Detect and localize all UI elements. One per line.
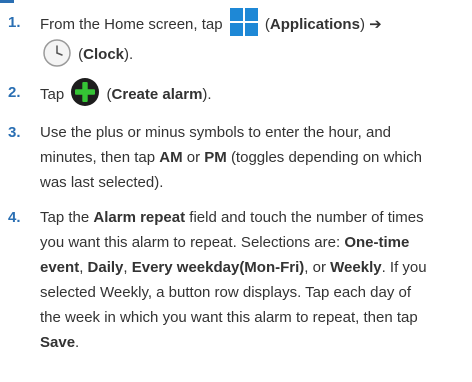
applications-label: Applications <box>269 15 360 33</box>
step-3-line-1: Use the plus or minus symbols to enter t… <box>40 124 392 141</box>
step-number: 3. <box>8 124 21 141</box>
step-text: field and touch the number of times <box>189 209 424 226</box>
clock-icon <box>43 39 71 67</box>
step-1-line-1: From the Home screen, tap (Applications)… <box>40 8 472 40</box>
plus-circle-icon <box>71 78 100 106</box>
step-2: 2. Tap (Create alarm). <box>0 78 472 110</box>
paren-close: ) <box>359 15 365 33</box>
arrow-glyph: ➔ <box>369 15 382 33</box>
applications-grid-icon <box>229 8 258 36</box>
step-3-line-3: was last selected). <box>40 174 164 191</box>
step-2-line-1: Tap (Create alarm). <box>40 78 472 110</box>
step-4-line-5: the week in which you want this alarm to… <box>40 309 418 326</box>
step-number: 4. <box>8 209 21 226</box>
step-1: 1. From the Home screen, tap (Applicatio… <box>0 8 472 70</box>
or-text: or <box>186 149 201 166</box>
pm-label: PM <box>204 149 227 166</box>
option-daily: Daily <box>87 259 124 276</box>
step-1-line-2: (Clock). <box>40 39 472 70</box>
step-4-line-3: event, Daily, Every weekday(Mon-Fri), or… <box>40 259 427 276</box>
step-number: 1. <box>8 14 21 31</box>
option-one-time: One-time <box>344 234 410 251</box>
save-label: Save <box>40 334 76 351</box>
step-number: 2. <box>8 84 21 101</box>
option-weekly: Weekly <box>330 259 382 276</box>
step-4: 4. Tap the Alarm repeat field and touch … <box>0 205 472 355</box>
option-every-weekday: Every weekday(Mon-Fri) <box>131 259 305 276</box>
step-text: Tap <box>40 85 65 103</box>
step-3-line-2: minutes, then tap AM or PM (toggles depe… <box>40 145 472 170</box>
paren-close: ). <box>202 85 212 103</box>
am-label: AM <box>159 149 183 166</box>
step-text: you want this alarm to repeat. Selection… <box>40 234 341 251</box>
step-text: From the Home screen, tap <box>40 15 223 33</box>
section-accent-bar <box>0 0 14 3</box>
instruction-steps: 1. From the Home screen, tap (Applicatio… <box>0 8 472 355</box>
step-text: (toggles depending on which <box>230 149 422 166</box>
step-3: 3. Use the plus or minus symbols to ente… <box>0 120 472 195</box>
option-one-time-cont: event <box>40 259 80 276</box>
clock-label: Clock <box>83 45 125 63</box>
step-4-line-4: selected Weekly, a button row displays. … <box>40 284 412 301</box>
or-text: or <box>312 259 326 276</box>
step-4-line-2: you want this alarm to repeat. Selection… <box>40 230 472 255</box>
step-text: minutes, then tap <box>40 149 156 166</box>
alarm-repeat-label: Alarm repeat <box>93 209 186 226</box>
step-4-line-6: Save. <box>40 334 80 351</box>
paren-close: ). <box>124 45 134 63</box>
step-4-line-1: Tap the Alarm repeat field and touch the… <box>40 205 472 230</box>
step-text: . If you <box>381 259 427 276</box>
create-alarm-label: Create alarm <box>111 85 203 103</box>
step-text: Tap the <box>40 209 90 226</box>
